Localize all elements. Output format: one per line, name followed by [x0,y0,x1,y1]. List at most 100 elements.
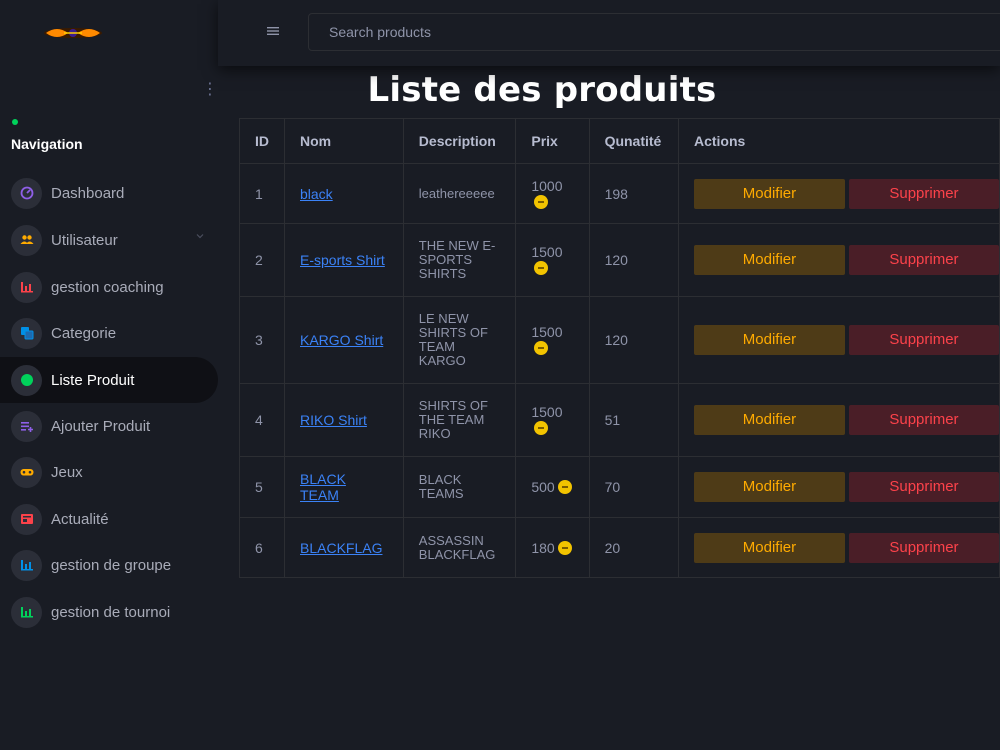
coin-icon [534,194,549,209]
cell-id: 2 [239,223,285,297]
cell-description: ASSASSIN BLACKFLAG [402,517,517,578]
supprimer-button[interactable]: Supprimer [848,178,999,209]
speedometer-icon [11,177,42,209]
cell-quantity: 20 [588,517,679,578]
cell-name: BLACKFLAG [284,517,404,578]
sidebar-item-label: gestion de tournoi [51,603,171,621]
sidebar-item-ajouter-produit[interactable]: Ajouter Produit [0,403,218,449]
coin-icon [557,480,572,494]
coin-icon [534,261,549,275]
cell-price: 1000 [515,163,590,224]
cell-name: KARGO Shirt [284,296,404,384]
cell-description: THE NEW E-SPORTS SHIRTS [402,223,517,297]
supprimer-button[interactable]: Supprimer [848,325,999,355]
sidebar-item-label: Categorie [51,324,117,342]
sidebar-item-jeux[interactable]: Jeux [0,449,218,495]
sidebar-item-utilisateur[interactable]: Utilisateur [0,217,218,263]
layers-icon [11,317,42,349]
supprimer-button[interactable]: Supprimer [848,472,999,502]
table-row: 2 E-sports Shirt THE NEW E-SPORTS SHIRTS… [239,223,1000,297]
sidebar-item-label: gestion de groupe [51,556,172,574]
column-header-description: Description [402,118,517,164]
bar-chart-icon [11,596,42,628]
sidebar-item-label: Dashboard [51,184,125,202]
supprimer-button[interactable]: Supprimer [848,245,999,275]
logo-icon[interactable] [42,24,104,42]
column-header-id: ID [239,118,285,164]
cell-description: SHIRTS OF THE TEAM RIKO [402,383,517,457]
cell-price: 500 [515,456,590,518]
sidebar-item-label: Ajouter Produit [51,417,151,435]
sidebar: ⋮ Navigation Dashboard Utilisateur gesti… [0,0,218,750]
modifier-button[interactable]: Modifier [693,532,845,563]
cell-actions: Modifier Supprimer [677,517,1000,578]
price-value: 1500 [531,324,563,340]
product-link[interactable]: E-sports Shirt [300,252,385,268]
table-row: 6 BLACKFLAG ASSASSIN BLACKFLAG 180 20 Mo… [239,517,1000,578]
sidebar-item-gestion-de-groupe[interactable]: gestion de groupe [0,542,218,588]
table-row: 3 KARGO Shirt LE NEW SHIRTS OF TEAM KARG… [239,296,1000,384]
sidebar-item-actualite[interactable]: Actualité [0,496,218,542]
price-value: 1500 [531,404,563,420]
cell-name: BLACK TEAM [284,456,404,518]
gamepad-icon [11,456,42,488]
users-icon [11,224,42,256]
cell-id: 3 [239,296,285,384]
supprimer-button[interactable]: Supprimer [848,405,999,435]
column-header-prix: Prix [515,118,590,164]
products-table: ID Nom Description Prix Qunatité Actions… [239,118,1000,578]
sidebar-item-label: Actualité [51,510,109,528]
cell-quantity: 70 [588,456,679,518]
modifier-button[interactable]: Modifier [693,405,845,435]
nav-category-label: Navigation [11,136,83,152]
sidebar-item-dashboard[interactable]: Dashboard [0,170,218,216]
cell-price: 1500 [515,383,590,457]
product-link[interactable]: KARGO Shirt [300,332,383,348]
coin-icon [534,341,549,355]
dot-icon [11,364,42,396]
modifier-button[interactable]: Modifier [693,178,845,209]
top-navbar [218,0,1000,66]
playlist-add-icon [11,410,42,442]
cell-id: 5 [239,456,285,518]
cell-price: 1500 [515,223,590,297]
cell-description: leathereeeee [402,163,517,224]
cell-price: 180 [515,517,590,578]
modifier-button[interactable]: Modifier [693,245,845,275]
cell-name: RIKO Shirt [284,383,404,457]
chevron-down-icon[interactable] [196,232,204,240]
price-value: 180 [531,539,555,556]
modifier-button[interactable]: Modifier [693,325,845,355]
table-row: 5 BLACK TEAM BLACK TEAMS 500 70 Modifier… [239,456,1000,518]
product-link[interactable]: RIKO Shirt [300,412,367,428]
main-content: Liste des produits ID Nom Description Pr… [218,66,1000,750]
table-header-row: ID Nom Description Prix Qunatité Actions [239,118,1000,164]
sidebar-item-gestion-coaching[interactable]: gestion coaching [0,264,218,310]
bar-chart-icon [11,271,42,303]
cell-actions: Modifier Supprimer [677,296,1000,384]
sidebar-item-gestion-de-tournoi[interactable]: gestion de tournoi [0,589,218,635]
supprimer-button[interactable]: Supprimer [848,532,999,563]
menu-icon[interactable] [266,24,280,38]
cell-quantity: 120 [588,223,679,297]
bar-chart-icon [11,549,42,581]
coin-icon [534,421,549,435]
cell-quantity: 198 [588,163,679,224]
table-row: 4 RIKO Shirt SHIRTS OF THE TEAM RIKO 150… [239,383,1000,457]
column-header-actions: Actions [677,118,1000,164]
online-status-dot [12,119,18,125]
sidebar-item-label: Jeux [51,463,83,481]
search-input[interactable] [308,13,1000,51]
sidebar-item-liste-produit[interactable]: Liste Produit [0,357,218,403]
price-value: 1500 [531,244,563,260]
product-link[interactable]: black [300,186,333,202]
modifier-button[interactable]: Modifier [693,472,845,502]
cell-quantity: 120 [588,296,679,384]
cell-description: LE NEW SHIRTS OF TEAM KARGO [402,296,517,384]
product-link[interactable]: BLACK TEAM [300,471,346,503]
sidebar-item-categorie[interactable]: Categorie [0,310,218,356]
newspaper-icon [11,503,42,535]
product-link[interactable]: BLACKFLAG [300,540,382,556]
cell-name: E-sports Shirt [284,223,404,297]
table-row: 1 black leathereeeee 1000 198 Modifier Su… [239,163,1000,224]
